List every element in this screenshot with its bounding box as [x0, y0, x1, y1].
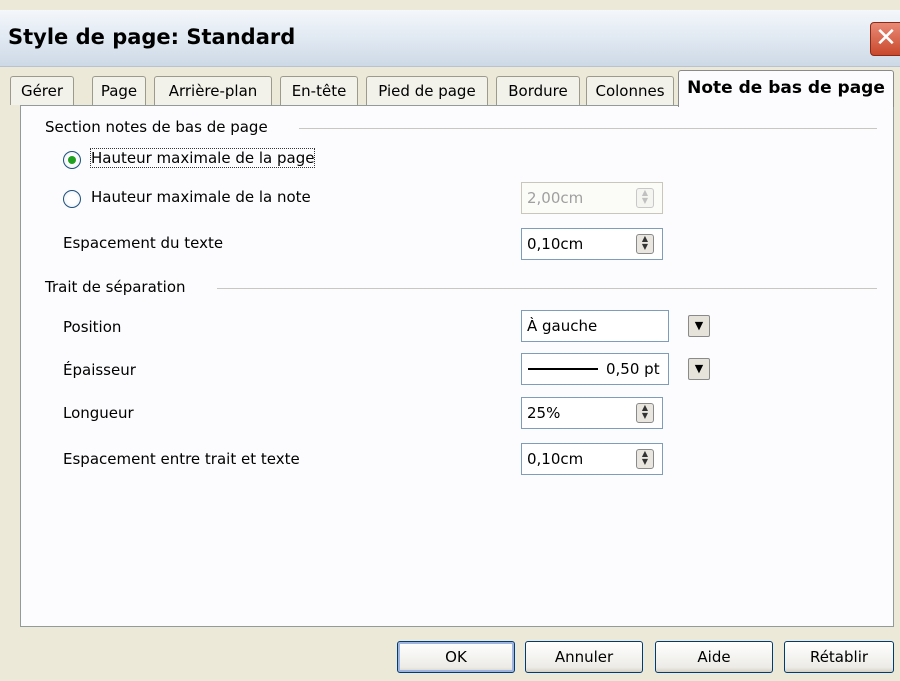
line-text-spacing-spinner[interactable]: 0,10cm ▲ ▼ — [521, 443, 663, 475]
radio-selected-dot — [68, 156, 76, 164]
radio-page-height[interactable] — [63, 151, 81, 169]
tab-bordure[interactable]: Bordure — [496, 76, 580, 105]
radio-note-height[interactable] — [63, 190, 81, 208]
tab-panel: Section notes de bas de page Hauteur max… — [20, 105, 894, 627]
position-value: À gauche — [527, 317, 598, 335]
chevron-down-icon[interactable]: ▼ — [688, 358, 710, 380]
reset-button[interactable]: Rétablir — [784, 641, 894, 673]
section-heading-separator: Trait de séparation — [45, 278, 186, 296]
title-bar[interactable]: Style de page: Standard — [0, 10, 900, 67]
section-divider — [217, 288, 877, 289]
line-text-spacing-value: 0,10cm — [527, 450, 584, 468]
text-spacing-spinner[interactable]: 0,10cm ▲ ▼ — [521, 228, 663, 260]
length-spinner[interactable]: 25% ▲ ▼ — [521, 397, 663, 429]
section-divider — [299, 128, 877, 129]
label-page-height[interactable]: Hauteur maximale de la page — [89, 148, 316, 168]
help-button[interactable]: Aide — [655, 641, 773, 673]
tab-en-tete[interactable]: En-tête — [280, 76, 358, 105]
tab-arriere-plan[interactable]: Arrière-plan — [154, 76, 272, 105]
tab-bar: Gérer Page Arrière-plan En-tête Pied de … — [0, 66, 900, 107]
thickness-select[interactable]: 0,50 pt ▼ — [521, 353, 710, 385]
tab-page[interactable]: Page — [92, 76, 146, 105]
spin-arrows-icon[interactable]: ▲ ▼ — [636, 403, 654, 423]
spin-arrows-icon[interactable]: ▲ ▼ — [636, 234, 654, 254]
thickness-value: 0,50 pt — [606, 360, 660, 378]
note-height-spinner[interactable]: 2,00cm ▲ ▼ — [521, 182, 663, 214]
label-text-spacing: Espacement du texte — [63, 234, 224, 252]
tab-note-de-bas-de-page[interactable]: Note de bas de page — [678, 70, 894, 107]
close-icon[interactable]: ✕ — [870, 22, 900, 56]
note-height-value: 2,00cm — [527, 189, 584, 207]
line-sample — [528, 368, 598, 370]
window-title: Style de page: Standard — [8, 25, 296, 49]
spin-arrows-icon[interactable]: ▲ ▼ — [636, 449, 654, 469]
label-note-height[interactable]: Hauteur maximale de la note — [91, 188, 311, 206]
label-line-text-spacing: Espacement entre trait et texte — [63, 450, 300, 468]
tab-gerer[interactable]: Gérer — [10, 76, 74, 105]
text-spacing-value: 0,10cm — [527, 235, 584, 253]
position-select[interactable]: À gauche ▼ — [521, 310, 710, 342]
ok-button[interactable]: OK — [397, 641, 515, 673]
label-thickness: Épaisseur — [63, 361, 136, 379]
label-length: Longueur — [63, 404, 134, 422]
spin-arrows-icon[interactable]: ▲ ▼ — [636, 188, 654, 208]
section-heading-footnote: Section notes de bas de page — [45, 118, 268, 136]
length-value: 25% — [527, 404, 561, 422]
tab-colonnes[interactable]: Colonnes — [586, 76, 674, 105]
cancel-button[interactable]: Annuler — [525, 641, 643, 673]
dialog-window: Style de page: Standard ✕ Gérer Page Arr… — [0, 0, 900, 681]
chevron-down-icon[interactable]: ▼ — [688, 315, 710, 337]
tab-pied-de-page[interactable]: Pied de page — [366, 76, 488, 105]
label-position: Position — [63, 318, 122, 336]
